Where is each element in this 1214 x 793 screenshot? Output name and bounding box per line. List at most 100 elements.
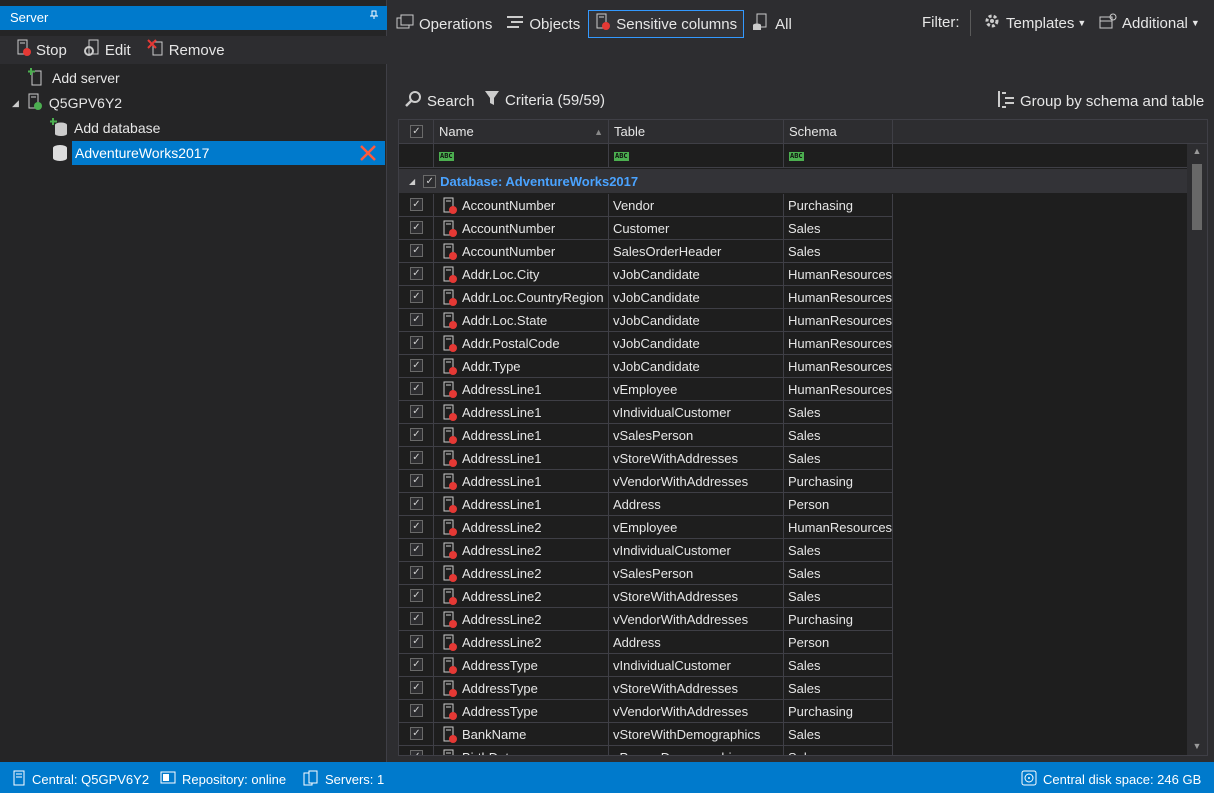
cell-table[interactable]: vEmployee xyxy=(609,378,784,401)
cell-schema[interactable]: Sales xyxy=(784,240,893,263)
operations-button[interactable]: Operations xyxy=(390,10,498,38)
row-checkbox[interactable]: ✓ xyxy=(410,244,423,257)
cell-schema[interactable]: Sales xyxy=(784,401,893,424)
tree-item-add-server[interactable]: Add server xyxy=(28,66,120,90)
column-header-name[interactable]: Name ▲ xyxy=(434,120,609,144)
row-checkbox[interactable]: ✓ xyxy=(410,290,423,303)
table-row[interactable]: ✓ AccountNumber SalesOrderHeader Sales xyxy=(399,240,893,263)
group-by-button[interactable]: Group by schema and table xyxy=(997,90,1204,112)
vertical-scrollbar[interactable]: ▲ ▼ xyxy=(1187,144,1207,755)
cell-schema[interactable]: Person xyxy=(784,631,893,654)
table-row[interactable]: ✓ AddressLine1 Address Person xyxy=(399,493,893,516)
row-checkbox[interactable]: ✓ xyxy=(410,681,423,694)
templates-dropdown[interactable]: Templates ▼ xyxy=(983,12,1086,34)
cell-name[interactable]: AccountNumber xyxy=(434,217,609,240)
name-filter-cell[interactable]: ABC xyxy=(434,144,609,168)
cell-schema[interactable]: HumanResources xyxy=(784,286,893,309)
cell-schema[interactable]: HumanResources xyxy=(784,355,893,378)
cell-name[interactable]: Addr.Loc.CountryRegion xyxy=(434,286,609,309)
cell-name[interactable]: AddressType xyxy=(434,677,609,700)
cell-schema[interactable]: Sales xyxy=(784,746,893,755)
table-row[interactable]: ✓ Addr.Loc.CountryRegion vJobCandidate Huma… xyxy=(399,286,893,309)
cell-name[interactable]: AddressLine2 xyxy=(434,562,609,585)
scroll-down-icon[interactable]: ▼ xyxy=(1187,741,1207,755)
row-checkbox[interactable]: ✓ xyxy=(410,612,423,625)
tree-item-server[interactable]: ◢ Q5GPV6Y2 xyxy=(12,91,122,115)
cell-table[interactable]: vPersonDemographics xyxy=(609,746,784,755)
cell-schema[interactable]: Sales xyxy=(784,424,893,447)
additional-dropdown[interactable]: Additional ▼ xyxy=(1099,12,1200,34)
cell-name[interactable]: AddressLine1 xyxy=(434,401,609,424)
search-button[interactable]: Search xyxy=(404,90,475,112)
cell-schema[interactable]: Sales xyxy=(784,585,893,608)
cell-schema[interactable]: Purchasing xyxy=(784,608,893,631)
collapse-icon[interactable]: ◢ xyxy=(12,98,19,109)
delete-database-icon[interactable] xyxy=(359,144,377,165)
cell-schema[interactable]: Sales xyxy=(784,447,893,470)
row-checkbox[interactable]: ✓ xyxy=(410,589,423,602)
cell-schema[interactable]: Person xyxy=(784,493,893,516)
group-checkbox[interactable]: ✓ xyxy=(423,174,437,188)
table-row[interactable]: ✓ AddressLine1 vVendorWithAddresses Purchas… xyxy=(399,470,893,493)
row-checkbox[interactable]: ✓ xyxy=(410,520,423,533)
select-all-checkbox[interactable]: ✓ xyxy=(410,125,423,138)
cell-schema[interactable]: Purchasing xyxy=(784,470,893,493)
cell-schema[interactable]: HumanResources xyxy=(784,516,893,539)
table-row[interactable]: ✓ AddressLine2 vVendorWithAddresses Purchas… xyxy=(399,608,893,631)
table-row[interactable]: ✓ AddressType vStoreWithAddresses Sales xyxy=(399,677,893,700)
table-row[interactable]: ✓ Addr.PostalCode vJobCandidate HumanResour… xyxy=(399,332,893,355)
row-checkbox[interactable]: ✓ xyxy=(410,658,423,671)
table-row[interactable]: ✓ AccountNumber Customer Sales xyxy=(399,217,893,240)
cell-name[interactable]: AddressLine2 xyxy=(434,539,609,562)
cell-name[interactable]: Addr.Type xyxy=(434,355,609,378)
table-row[interactable]: ✓ AddressLine1 vIndividualCustomer Sales xyxy=(399,401,893,424)
sensitive-columns-button[interactable]: Sensitive columns xyxy=(588,10,745,38)
cell-name[interactable]: AddressLine1 xyxy=(434,378,609,401)
cell-table[interactable]: vJobCandidate xyxy=(609,263,784,286)
cell-table[interactable]: vIndividualCustomer xyxy=(609,401,784,424)
cell-name[interactable]: AddressLine2 xyxy=(434,608,609,631)
cell-table[interactable]: vStoreWithAddresses xyxy=(609,585,784,608)
cell-schema[interactable]: HumanResources xyxy=(784,378,893,401)
cell-schema[interactable]: Sales xyxy=(784,677,893,700)
cell-table[interactable]: vJobCandidate xyxy=(609,286,784,309)
cell-table[interactable]: vSalesPerson xyxy=(609,424,784,447)
row-checkbox[interactable]: ✓ xyxy=(410,566,423,579)
table-row[interactable]: ✓ AddressLine2 Address Person xyxy=(399,631,893,654)
cell-table[interactable]: Address xyxy=(609,493,784,516)
cell-name[interactable]: AddressLine2 xyxy=(434,516,609,539)
table-row[interactable]: ✓ AddressLine2 vEmployee HumanResources xyxy=(399,516,893,539)
criteria-button[interactable]: Criteria (59/59) xyxy=(484,90,605,110)
cell-name[interactable]: AddressLine1 xyxy=(434,470,609,493)
cell-table[interactable]: vVendorWithAddresses xyxy=(609,608,784,631)
row-checkbox[interactable]: ✓ xyxy=(410,635,423,648)
group-row[interactable]: ◢ ✓ Database: AdventureWorks2017 xyxy=(399,169,1189,193)
table-row[interactable]: ✓ AddressLine2 vStoreWithAddresses Sales xyxy=(399,585,893,608)
cell-name[interactable]: AccountNumber xyxy=(434,240,609,263)
cell-table[interactable]: vVendorWithAddresses xyxy=(609,470,784,493)
cell-name[interactable]: AddressType xyxy=(434,654,609,677)
cell-table[interactable]: vJobCandidate xyxy=(609,355,784,378)
schema-filter-cell[interactable]: ABC xyxy=(784,144,893,168)
row-checkbox[interactable]: ✓ xyxy=(410,428,423,441)
edit-button[interactable]: Edit xyxy=(83,39,131,61)
table-row[interactable]: ✓ Addr.Loc.City vJobCandidate HumanResource… xyxy=(399,263,893,286)
row-checkbox[interactable]: ✓ xyxy=(410,451,423,464)
cell-name[interactable]: Addr.Loc.State xyxy=(434,309,609,332)
cell-table[interactable]: vJobCandidate xyxy=(609,332,784,355)
cell-name[interactable]: AddressLine1 xyxy=(434,493,609,516)
cell-name[interactable]: AddressLine1 xyxy=(434,447,609,470)
scroll-thumb[interactable] xyxy=(1192,164,1202,230)
row-checkbox[interactable]: ✓ xyxy=(410,543,423,556)
cell-schema[interactable]: Purchasing xyxy=(784,194,893,217)
table-row[interactable]: ✓ AccountNumber Vendor Purchasing xyxy=(399,194,893,217)
cell-schema[interactable]: HumanResources xyxy=(784,309,893,332)
remove-button[interactable]: Remove xyxy=(147,39,225,61)
stop-button[interactable]: Stop xyxy=(16,39,67,61)
row-checkbox[interactable]: ✓ xyxy=(410,267,423,280)
cell-schema[interactable]: Sales xyxy=(784,723,893,746)
cell-table[interactable]: vEmployee xyxy=(609,516,784,539)
cell-schema[interactable]: Sales xyxy=(784,654,893,677)
pin-icon[interactable] xyxy=(369,6,379,30)
cell-table[interactable]: vStoreWithDemographics xyxy=(609,723,784,746)
